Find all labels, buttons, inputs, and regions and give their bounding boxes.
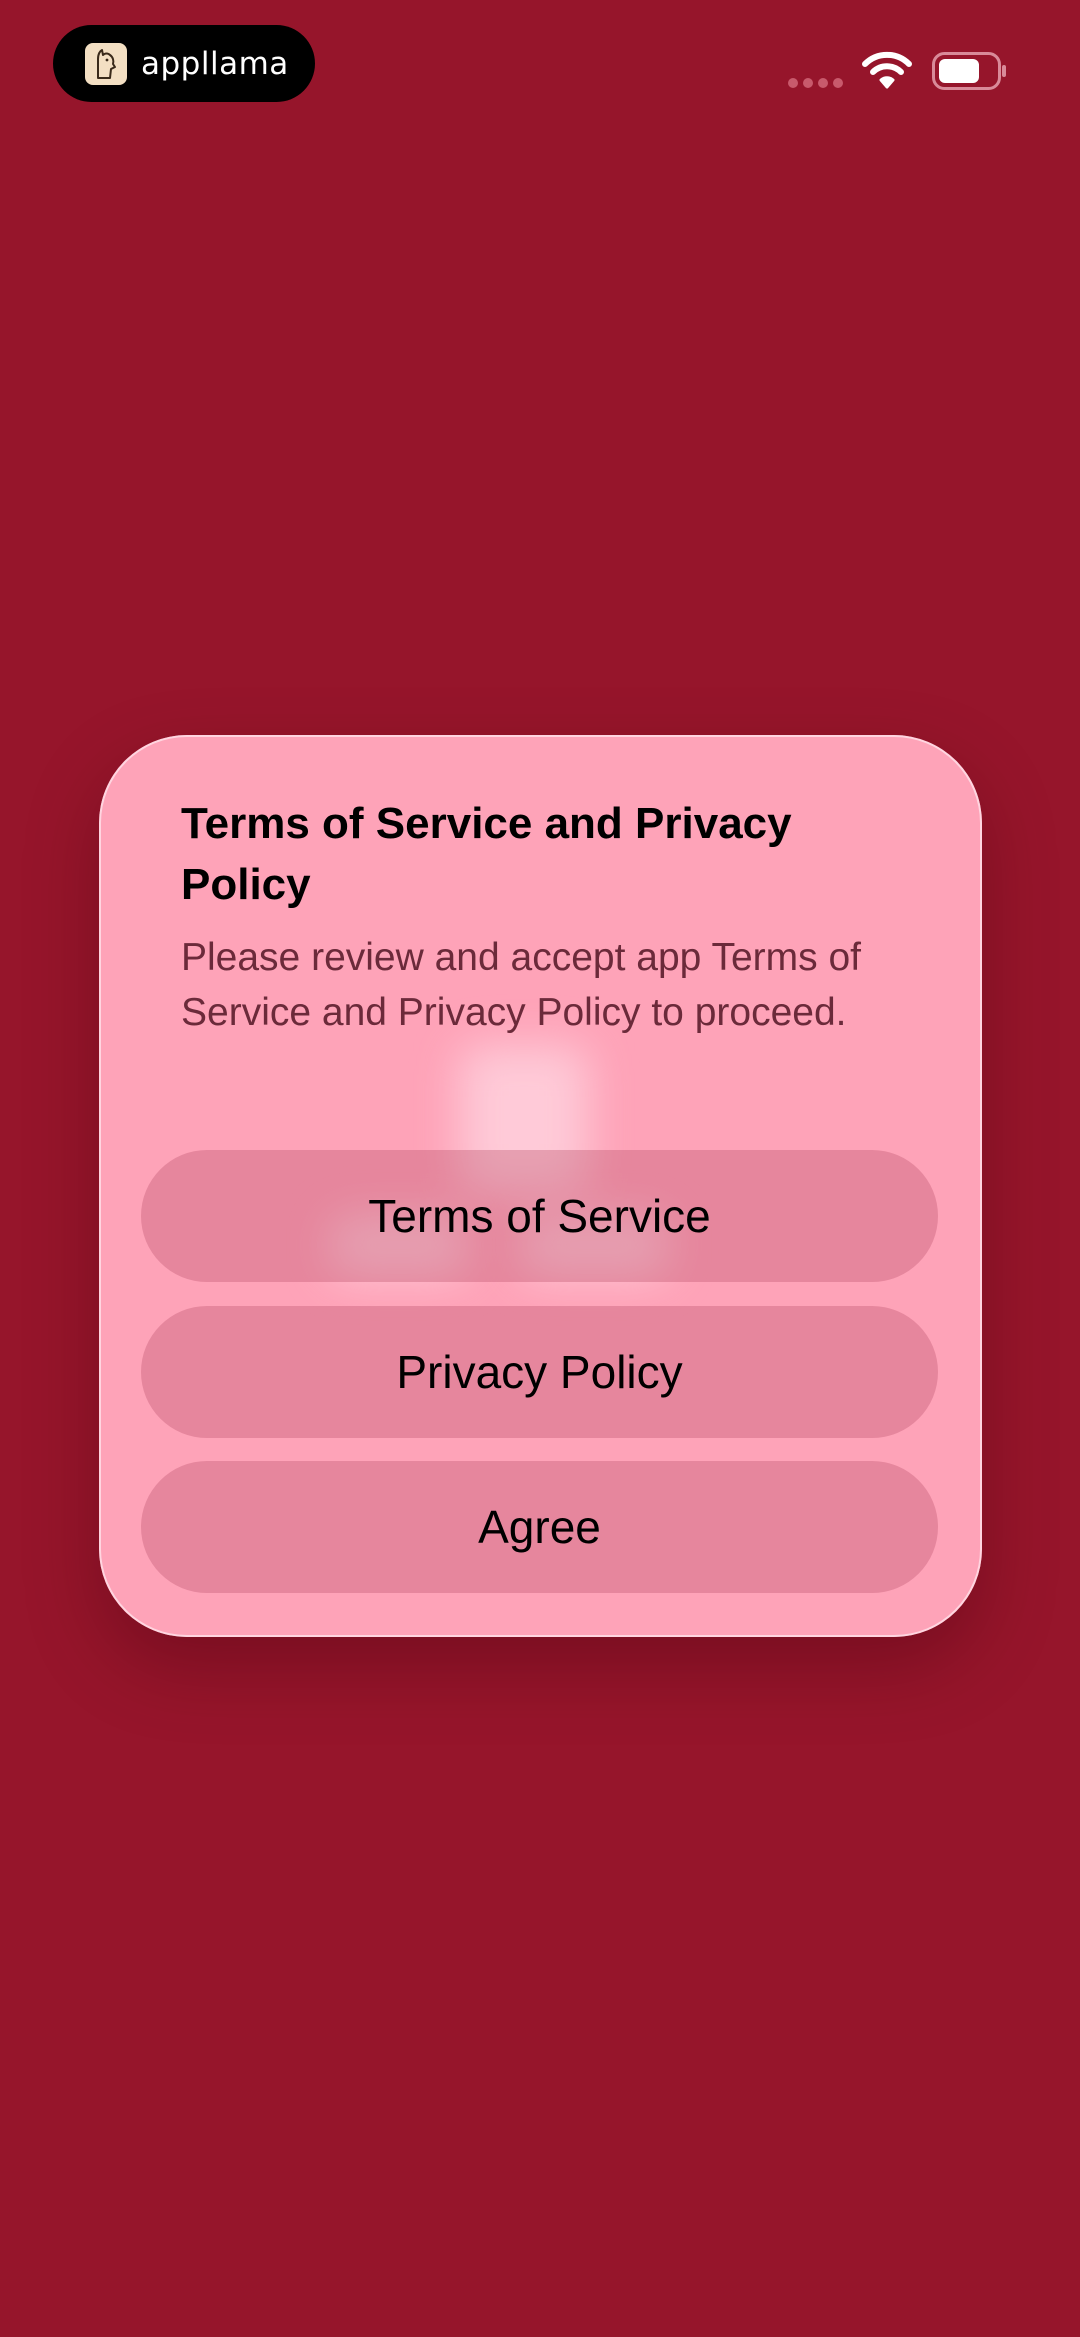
dialog-title: Terms of Service and Privacy Policy [181,799,792,909]
wifi-icon [862,51,912,89]
status-bar: appllama [0,0,1080,140]
agree-button[interactable]: Agree [141,1461,938,1593]
cellular-signal-icon [788,78,843,88]
privacy-policy-button[interactable]: Privacy Policy [141,1306,938,1438]
brand-badge: appllama [53,25,315,102]
llama-logo-icon [85,42,127,85]
battery-icon [932,52,1006,90]
terms-dialog: Terms of Service and Privacy Policy Plea… [99,735,982,1637]
terms-of-service-button[interactable]: Terms of Service [141,1150,938,1282]
dialog-message: Please review and accept app Terms of Se… [181,936,861,1034]
brand-name: appllama [141,45,289,82]
